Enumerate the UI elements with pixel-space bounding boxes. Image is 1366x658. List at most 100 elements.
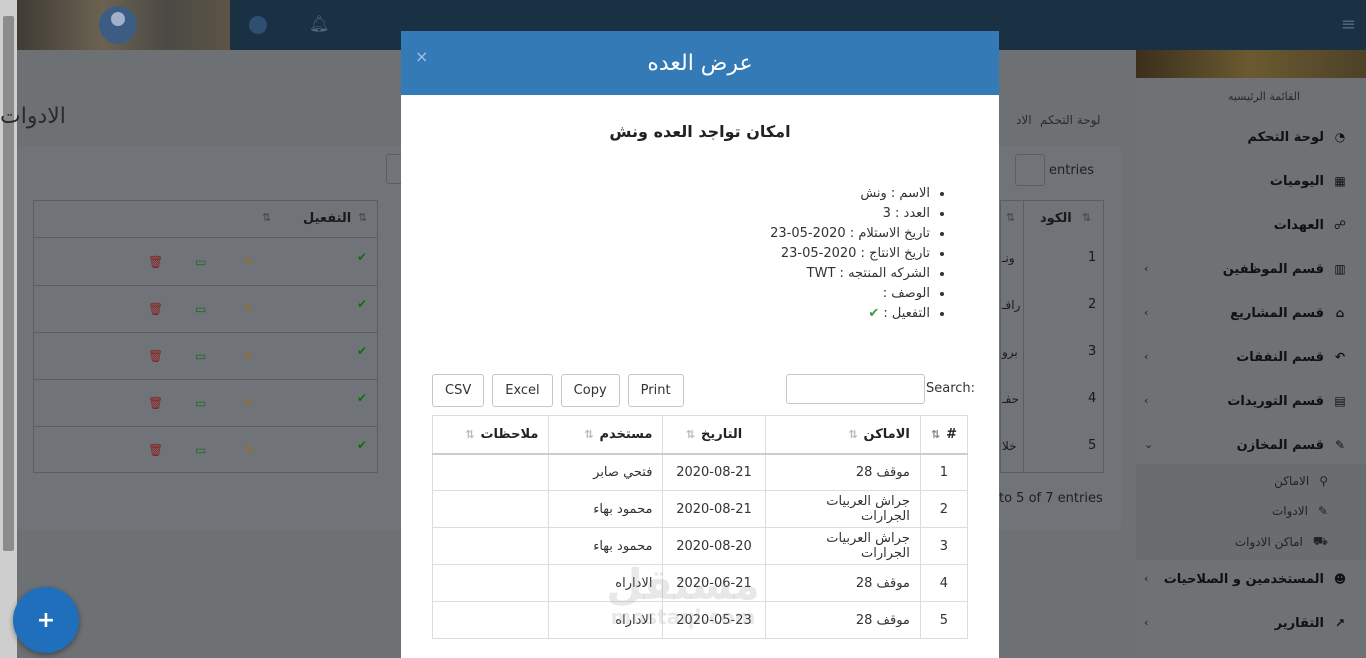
sidebar-subitem-places[interactable]: الاماكن ⚲ — [1274, 474, 1328, 488]
sort-icon[interactable]: ⇅ — [1006, 211, 1015, 224]
monitor-icon[interactable]: ▭ — [195, 255, 206, 269]
detail-description: الوصف : — [770, 284, 930, 304]
edit-icon[interactable]: ✎ — [244, 349, 254, 363]
cell-num: 5 — [919, 601, 969, 639]
copy-button[interactable]: Copy — [560, 374, 620, 407]
column-header-code[interactable]: الكود — [1040, 211, 1072, 226]
row-code: 5 — [1088, 438, 1097, 453]
user-icon[interactable] — [249, 16, 267, 34]
cell-location: جراش العربيات الجرارات — [764, 490, 921, 528]
cell-location: موقف 28 — [764, 601, 921, 639]
scrollbar-thumb[interactable] — [3, 16, 14, 551]
sort-icon[interactable]: ⇅ — [358, 211, 367, 224]
header-label: التاريخ — [700, 426, 743, 442]
column-header-user[interactable]: مستخدم ⇅ — [548, 415, 664, 455]
monitor-icon[interactable]: ▭ — [195, 396, 206, 410]
sidebar-subitem-label: الادوات — [1271, 504, 1308, 518]
sidebar-subitem-tool-places[interactable]: اماكن الادوات ⛟ — [1235, 534, 1328, 550]
header-label: # — [946, 426, 957, 442]
row-divider — [33, 285, 378, 286]
chevron-down-icon[interactable]: ⌄ — [1144, 438, 1153, 451]
print-button[interactable]: Print — [627, 374, 684, 407]
breadcrumb-home[interactable]: لوحة التحكم — [1040, 113, 1101, 127]
table-row: 4 موقف 28 2020-06-21 الاداراه — [431, 564, 969, 602]
line-chart-icon: ↗ — [1334, 616, 1346, 630]
delete-icon[interactable]: 🗑︎ — [148, 396, 163, 410]
search-input[interactable] — [786, 374, 925, 404]
sidebar-item-stores[interactable]: قسم المخازن ✎ — [1237, 435, 1348, 455]
cell-notes — [431, 527, 550, 565]
cell-user: الاداراه — [548, 601, 664, 639]
delete-icon[interactable]: 🗑︎ — [148, 255, 163, 269]
row-divider — [33, 426, 378, 427]
sidebar: القائمة الرئيسيه لوحة التحكم ◔ اليوميات ▦ … — [1136, 50, 1366, 658]
monitor-icon[interactable]: ▭ — [195, 302, 206, 316]
add-fab-button[interactable]: + — [13, 587, 79, 653]
sidebar-item-expenses[interactable]: قسم النفقات ↶ — [1236, 347, 1348, 367]
sort-icon[interactable]: ⇅ — [262, 211, 271, 224]
column-header-num[interactable]: #⇅ — [919, 415, 969, 455]
csv-button[interactable]: CSV — [432, 374, 485, 407]
cell-user: محمود بهاء — [548, 490, 664, 528]
chevron-left-icon[interactable]: ‹ — [1144, 394, 1148, 407]
monitor-icon[interactable]: ▭ — [195, 443, 206, 457]
edit-icon[interactable]: ✎ — [244, 302, 254, 316]
sidebar-cover-image — [1136, 50, 1366, 78]
sidebar-item-supplies[interactable]: قسم التوريدات ▤ — [1227, 391, 1348, 411]
close-icon[interactable]: × — [415, 47, 428, 66]
chevron-left-icon[interactable]: ‹ — [1144, 350, 1148, 363]
excel-button[interactable]: Excel — [492, 374, 553, 407]
row-divider — [33, 237, 378, 238]
row-name: ونـ — [1002, 251, 1015, 265]
edit-icon[interactable]: ✎ — [244, 255, 254, 269]
sort-icon[interactable]: ⇅ — [1082, 211, 1091, 224]
sidebar-item-journals[interactable]: اليوميات ▦ — [1270, 171, 1348, 191]
export-buttons: CSV Excel Copy Print — [432, 374, 684, 407]
row-code: 1 — [1088, 250, 1097, 265]
cell-date: 2020-05-23 — [662, 601, 766, 639]
edit-icon[interactable]: ✎ — [244, 443, 254, 457]
edit-icon[interactable]: ✎ — [244, 396, 254, 410]
sidebar-item-dashboard[interactable]: لوحة التحكم ◔ — [1247, 127, 1348, 147]
cell-location: موقف 28 — [764, 453, 921, 491]
chevron-left-icon[interactable]: ‹ — [1144, 572, 1148, 585]
column-header-notes[interactable]: ملاحظات ⇅ — [431, 415, 550, 455]
delete-icon[interactable]: 🗑︎ — [148, 443, 163, 457]
navbar-cover-image — [17, 0, 230, 50]
sidebar-item-employees[interactable]: قسم الموظفين ▥ — [1223, 259, 1348, 279]
header-label: ملاحظات — [480, 426, 539, 442]
chart-icon: ▥ — [1334, 262, 1346, 276]
check-icon: ✔ — [868, 306, 880, 321]
detail-activation: التفعيل : ✔ — [770, 304, 930, 324]
chevron-left-icon[interactable]: ‹ — [1144, 616, 1148, 629]
breadcrumb-current[interactable]: الاد — [1016, 113, 1032, 127]
wrench-icon: ✎ — [1317, 504, 1328, 518]
cell-num: 1 — [919, 453, 969, 491]
sort-icon: ⇅ — [848, 427, 858, 441]
column-header-location[interactable]: الاماكن ⇅ — [764, 415, 921, 455]
row-divider — [33, 332, 378, 333]
sidebar-item-reports[interactable]: التقارير ↗ — [1275, 613, 1348, 633]
modal-subtitle: امكان تواجد العده ونش — [609, 122, 791, 141]
column-header-date[interactable]: التاريخ ⇅ — [662, 415, 766, 455]
delete-icon[interactable]: 🗑︎ — [148, 349, 163, 363]
chevron-left-icon[interactable]: ‹ — [1144, 262, 1148, 275]
user-avatar[interactable] — [99, 6, 137, 44]
sidebar-item-users[interactable]: المستخدمين و الصلاحيات ☻ — [1164, 569, 1348, 589]
sidebar-subitem-label: اماكن الادوات — [1234, 535, 1303, 549]
hamburger-menu-icon[interactable]: ≡ — [1341, 14, 1356, 35]
monitor-icon[interactable]: ▭ — [195, 349, 206, 363]
delete-icon[interactable]: 🗑︎ — [148, 302, 163, 316]
sidebar-item-custody[interactable]: العهدات ☍ — [1274, 215, 1348, 235]
sidebar-subitem-tools[interactable]: الادوات ✎ — [1272, 504, 1328, 518]
row-divider — [33, 379, 378, 380]
sort-icon: ⇅ — [465, 427, 475, 441]
entries-select[interactable] — [1015, 154, 1045, 186]
sidebar-item-projects[interactable]: قسم المشاريع ⌂ — [1230, 303, 1348, 323]
bell-icon[interactable]: 🔔︎ — [309, 14, 329, 33]
chevron-left-icon[interactable]: ‹ — [1144, 306, 1148, 319]
cell-date: 2020-08-21 — [662, 490, 766, 528]
column-header-activation[interactable]: التفعيل — [303, 211, 351, 226]
row-code: 3 — [1088, 344, 1097, 359]
page-scrollbar[interactable] — [0, 0, 17, 658]
